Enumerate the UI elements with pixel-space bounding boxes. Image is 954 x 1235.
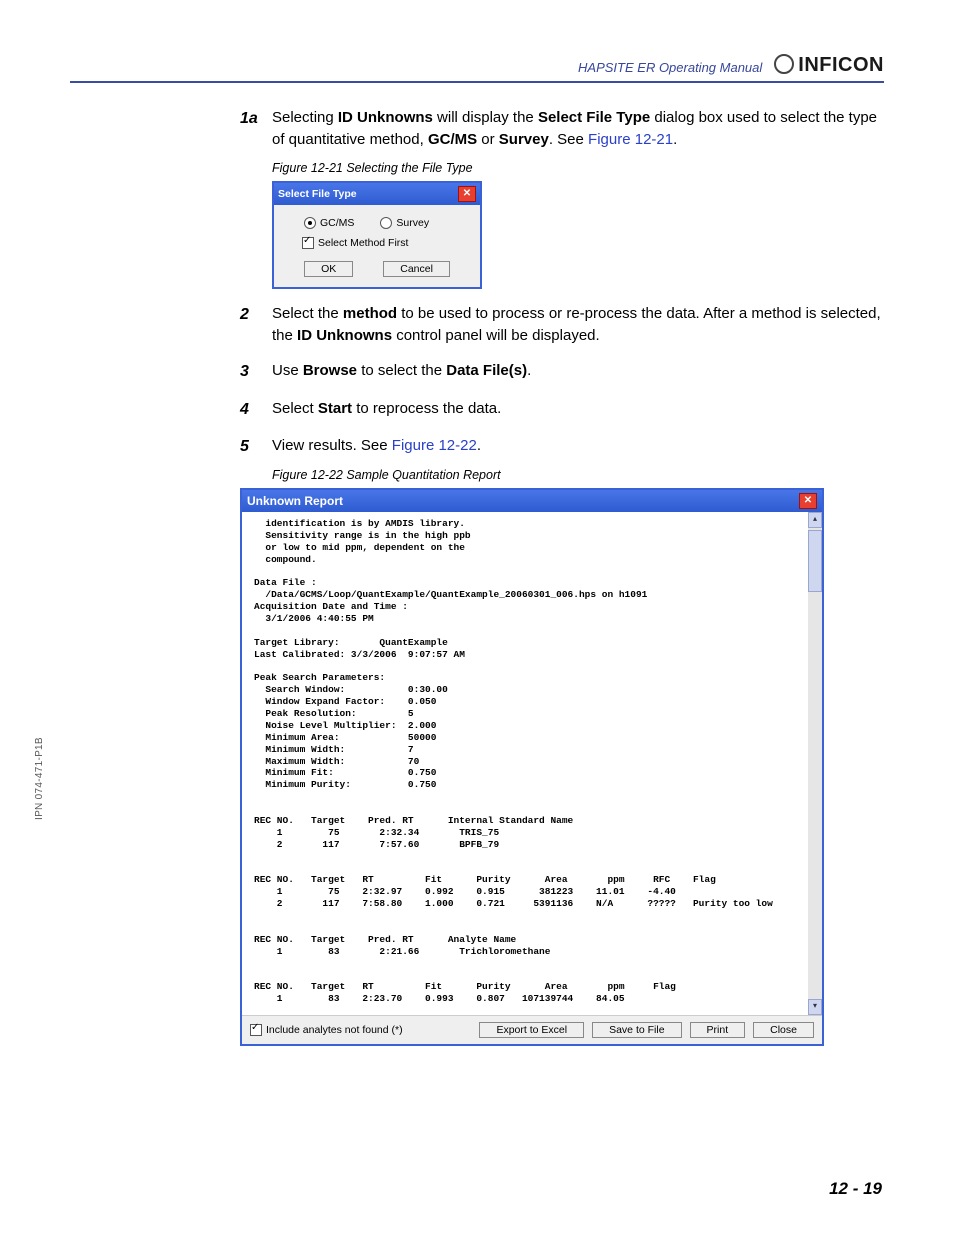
step-text: Select Start to reprocess the data. xyxy=(272,398,501,421)
close-button[interactable]: Close xyxy=(753,1022,814,1038)
step-3: 3 Use Browse to select the Data File(s). xyxy=(240,360,884,383)
step-1a: 1a Selecting ID Unknowns will display th… xyxy=(240,107,884,151)
step-number: 4 xyxy=(240,398,272,421)
report-text-area: identification is by AMDIS library. Sens… xyxy=(242,512,808,1015)
side-ipn-label: IPN 074-471-P1B xyxy=(34,737,45,820)
scroll-up-icon[interactable]: ▴ xyxy=(808,512,822,528)
step-text: Select the method to be used to process … xyxy=(272,303,884,347)
step-text: View results. See Figure 12-22. xyxy=(272,435,481,458)
dialog-title: Select File Type xyxy=(278,188,357,200)
step-number: 3 xyxy=(240,360,272,383)
close-icon[interactable]: ✕ xyxy=(458,186,476,202)
radio-survey[interactable]: Survey xyxy=(380,217,429,229)
save-to-file-button[interactable]: Save to File xyxy=(592,1022,681,1038)
print-button[interactable]: Print xyxy=(690,1022,746,1038)
cancel-button[interactable]: Cancel xyxy=(383,261,450,277)
step-2: 2 Select the method to be used to proces… xyxy=(240,303,884,347)
brand-text: INFICON xyxy=(798,54,884,77)
step-number: 5 xyxy=(240,435,272,458)
manual-title: HAPSITE ER Operating Manual xyxy=(578,60,762,77)
step-text: Use Browse to select the Data File(s). xyxy=(272,360,531,383)
checkbox-include-not-found[interactable]: Include analytes not found (*) xyxy=(250,1024,403,1036)
radio-gcms[interactable]: GC/MS xyxy=(304,217,354,229)
select-file-type-dialog: Select File Type ✕ GC/MS Survey Select M… xyxy=(272,181,482,289)
figure-caption-12-21: Figure 12-21 Selecting the File Type xyxy=(272,161,884,175)
figure-caption-12-22: Figure 12-22 Sample Quantitation Report xyxy=(272,468,884,482)
logo-icon xyxy=(774,54,794,74)
scroll-thumb[interactable] xyxy=(808,530,822,592)
scrollbar[interactable]: ▴ ▾ xyxy=(808,512,822,1015)
export-excel-button[interactable]: Export to Excel xyxy=(479,1022,584,1038)
scroll-down-icon[interactable]: ▾ xyxy=(808,999,822,1015)
close-icon[interactable]: ✕ xyxy=(799,493,817,509)
ok-button[interactable]: OK xyxy=(304,261,353,277)
step-5: 5 View results. See Figure 12-22. xyxy=(240,435,884,458)
step-4: 4 Select Start to reprocess the data. xyxy=(240,398,884,421)
step-number: 1a xyxy=(240,107,272,151)
dialog-titlebar: Unknown Report ✕ xyxy=(242,490,822,512)
step-number: 2 xyxy=(240,303,272,347)
dialog-titlebar: Select File Type ✕ xyxy=(274,183,480,205)
header-rule xyxy=(70,81,884,83)
figure-link-12-22[interactable]: Figure 12-22 xyxy=(392,437,477,454)
page-number: 12 - 19 xyxy=(829,1179,882,1199)
step-text: Selecting ID Unknowns will display the S… xyxy=(272,107,884,151)
dialog-title: Unknown Report xyxy=(247,494,343,508)
brand-logo: INFICON xyxy=(774,54,884,77)
checkbox-select-method-first[interactable]: Select Method First xyxy=(302,237,408,249)
figure-link-12-21[interactable]: Figure 12-21 xyxy=(588,131,673,148)
unknown-report-dialog: Unknown Report ✕ identification is by AM… xyxy=(240,488,824,1046)
